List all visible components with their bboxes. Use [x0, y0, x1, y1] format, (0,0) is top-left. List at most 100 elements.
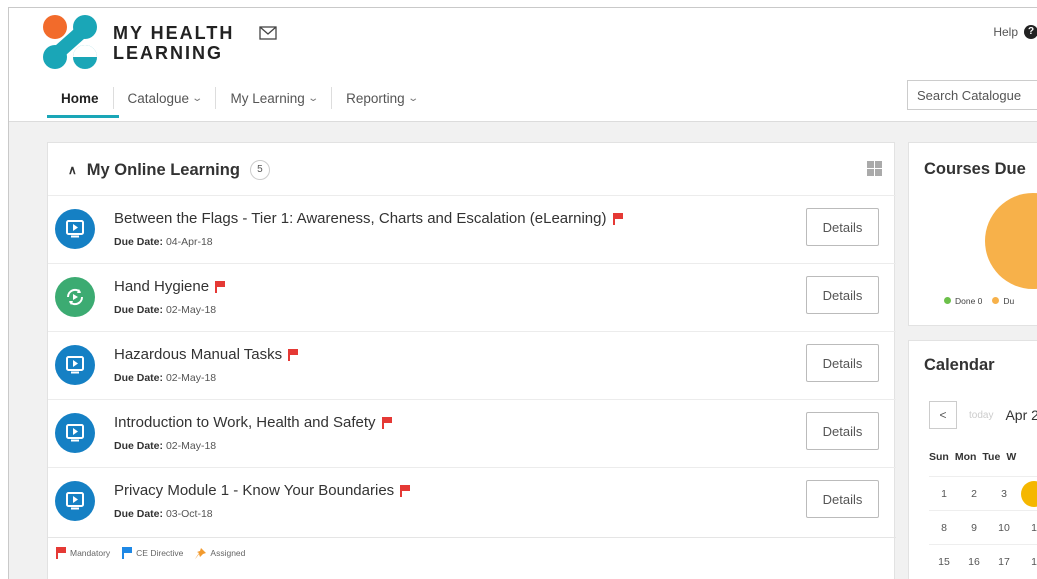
help-link[interactable]: Help ?	[993, 25, 1037, 39]
panel-header[interactable]: ∧ My Online Learning 5	[68, 160, 270, 180]
nav-catalogue[interactable]: Catalogue ⌄	[112, 87, 216, 109]
due-date-label: Due Date:	[114, 372, 164, 384]
due-date: Due Date: 02-May-18	[114, 372, 216, 384]
due-date: Due Date: 02-May-18	[114, 440, 216, 452]
grid-view-icon[interactable]	[867, 161, 882, 176]
mandatory-flag-icon	[400, 484, 411, 497]
course-title-text: Between the Flags - Tier 1: Awareness, C…	[114, 210, 607, 227]
calendar-day[interactable]: 15	[929, 556, 959, 568]
courses-due-card: Courses Due Done 0 Du	[908, 142, 1037, 326]
calendar-day-highlighted[interactable]	[1019, 480, 1037, 507]
mandatory-flag-icon	[56, 547, 66, 559]
brand-line-2: LEARNING	[113, 43, 223, 63]
mail-icon[interactable]	[259, 26, 277, 40]
legend-due: Du	[992, 296, 1014, 306]
details-button[interactable]: Details	[806, 208, 879, 246]
due-date-value: 02-May-18	[165, 304, 217, 316]
legend-done-label: Done 0	[955, 296, 983, 306]
my-health-learning-logo[interactable]	[41, 14, 99, 70]
chevron-down-icon: ⌄	[307, 92, 319, 104]
play-screen-icon	[55, 209, 95, 249]
course-title[interactable]: Introduction to Work, Health and Safety	[114, 414, 392, 431]
calendar-day[interactable]: 8	[929, 522, 959, 534]
panel-title: My Online Learning	[86, 160, 240, 179]
nav-my-learning[interactable]: My Learning ⌄	[215, 87, 331, 109]
details-button[interactable]: Details	[806, 344, 879, 382]
chevron-down-icon: ⌄	[191, 92, 204, 104]
calendar-day[interactable]: 9	[959, 522, 989, 534]
prev-month-button[interactable]: <	[929, 401, 957, 429]
legend-due-label: Du	[1003, 296, 1015, 306]
course-count-badge: 5	[249, 160, 270, 180]
calendar-day[interactable]: 3	[989, 488, 1019, 500]
dow-wed: W	[1006, 451, 1017, 463]
legend-done: Done 0	[944, 296, 982, 306]
course-row: Hazardous Manual Tasks Due Date: 02-May-…	[48, 331, 896, 399]
course-title-text: Hazardous Manual Tasks	[114, 346, 283, 363]
play-screen-icon	[55, 413, 95, 453]
course-title[interactable]: Privacy Module 1 - Know Your Boundaries	[114, 482, 411, 499]
details-button[interactable]: Details	[806, 480, 879, 518]
due-date-label: Due Date:	[114, 508, 164, 520]
nav-reporting[interactable]: Reporting ⌄	[331, 87, 431, 109]
main-nav: Home Catalogue ⌄ My Learning ⌄ Reporting ⌄	[47, 84, 431, 112]
legend-mandatory: Mandatory	[56, 547, 110, 559]
due-date: Due Date: 03-Oct-18	[114, 508, 213, 520]
calendar-day[interactable]: 1	[1019, 522, 1037, 534]
chevron-down-icon: ⌄	[407, 92, 419, 104]
refresh-play-icon	[55, 277, 95, 317]
calendar-day[interactable]: 16	[959, 556, 989, 568]
calendar-month: Apr 2	[1005, 407, 1037, 423]
calendar-day[interactable]: 1	[929, 488, 959, 500]
nav-home-label: Home	[61, 90, 99, 106]
legend-divider	[48, 537, 896, 538]
calendar-nav: < today Apr 2	[929, 401, 1037, 429]
nav-home[interactable]: Home	[47, 87, 113, 109]
calendar-week: 15 16 17 1	[929, 544, 1037, 578]
due-date-label: Due Date:	[114, 440, 164, 452]
due-date-value: 02-May-18	[165, 440, 217, 452]
legend-assigned-label: Assigned	[210, 548, 246, 558]
details-button[interactable]: Details	[806, 276, 879, 314]
course-title[interactable]: Hazardous Manual Tasks	[114, 346, 299, 363]
brand-name: MY HEALTH LEARNING	[113, 23, 234, 63]
course-title[interactable]: Between the Flags - Tier 1: Awareness, C…	[114, 210, 623, 227]
legend-assigned: Assigned	[195, 547, 246, 559]
app-frame: MY HEALTH LEARNING Help ? Home Catalogue…	[8, 7, 1037, 579]
today-button[interactable]: today	[969, 410, 993, 421]
courses-due-donut[interactable]	[979, 191, 1037, 291]
due-date-value: 03-Oct-18	[165, 508, 213, 520]
legend-ce-directive: CE Directive	[122, 547, 183, 559]
search-catalogue-input[interactable]: Search Catalogue	[907, 80, 1037, 110]
help-icon: ?	[1024, 25, 1037, 39]
assigned-pin-icon	[195, 547, 207, 559]
play-screen-icon	[55, 481, 95, 521]
calendar-day[interactable]: 17	[989, 556, 1019, 568]
calendar-day[interactable]: 1	[1019, 556, 1037, 568]
course-row: Between the Flags - Tier 1: Awareness, C…	[48, 195, 896, 263]
active-tab-indicator	[47, 115, 119, 118]
course-title-text: Hand Hygiene	[114, 278, 210, 295]
course-title-text: Introduction to Work, Health and Safety	[114, 414, 376, 431]
nav-reporting-label: Reporting	[346, 90, 405, 106]
nav-my-learning-label: My Learning	[230, 90, 305, 106]
dow-mon: Mon	[954, 451, 977, 463]
course-title[interactable]: Hand Hygiene	[114, 278, 226, 295]
legend-ce-directive-label: CE Directive	[136, 548, 184, 558]
details-button[interactable]: Details	[806, 412, 879, 450]
calendar-week: 1 2 3	[929, 476, 1037, 510]
calendar-day[interactable]: 2	[959, 488, 989, 500]
collapse-chevron-icon[interactable]: ∧	[68, 163, 77, 177]
help-label: Help	[993, 25, 1018, 39]
calendar-grid: 1 2 3 8 9 10 1 15 16 17 1	[929, 476, 1037, 578]
due-date-value: 02-May-18	[165, 372, 217, 384]
due-date-value: 04-Apr-18	[165, 236, 213, 248]
legend-mandatory-label: Mandatory	[70, 548, 111, 558]
day-of-week-header: Sun Mon Tue W	[929, 451, 1016, 463]
course-row: Privacy Module 1 - Know Your Boundaries …	[48, 467, 896, 535]
calendar-day[interactable]: 10	[989, 522, 1019, 534]
calendar-card: Calendar < today Apr 2 Sun Mon Tue W 1 2…	[908, 340, 1037, 579]
nav-catalogue-label: Catalogue	[127, 90, 190, 106]
due-date-label: Due Date:	[114, 236, 164, 248]
courses-due-title: Courses Due	[924, 160, 1026, 178]
